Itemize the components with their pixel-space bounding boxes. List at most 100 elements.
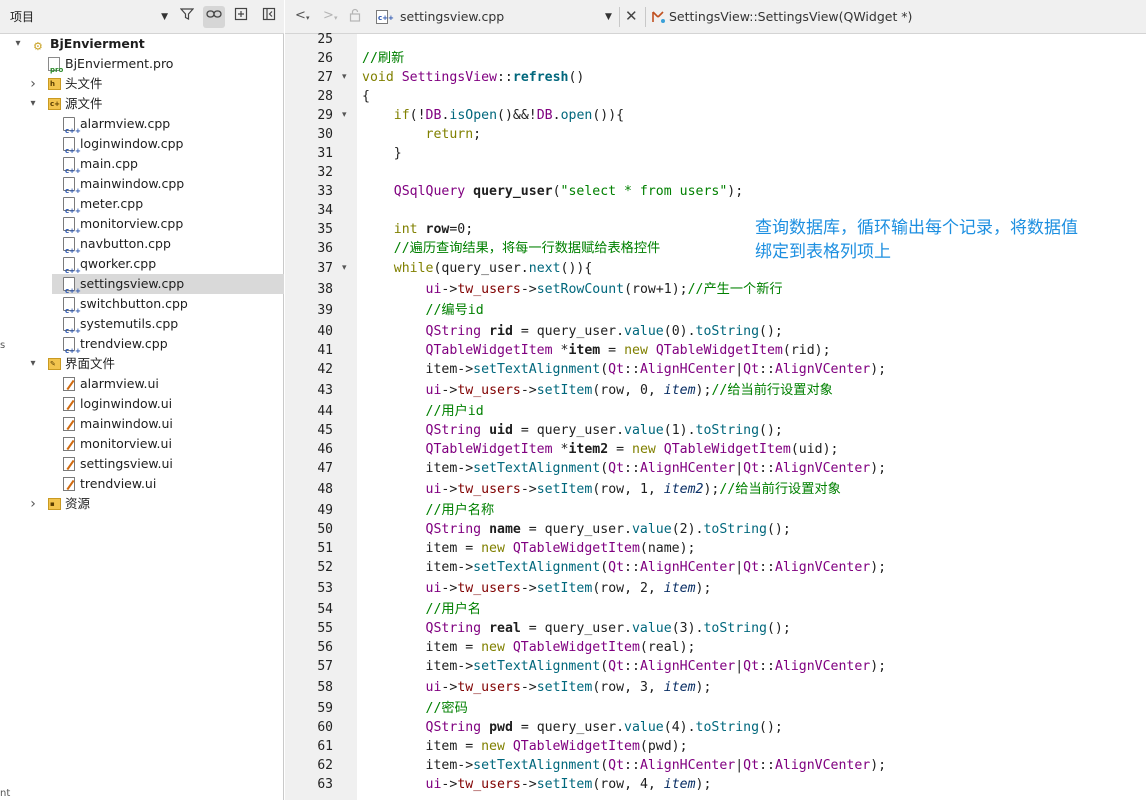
project-view-selector[interactable]: 项目 ▼ <box>6 5 170 29</box>
code-token: ); <box>695 383 712 398</box>
chevron-right-icon[interactable]: › <box>27 494 39 514</box>
ui-file-icon <box>63 397 75 411</box>
close-document-icon[interactable]: ✕ <box>625 7 638 25</box>
tree-item-label: alarmview.cpp <box>80 116 171 131</box>
tree-item[interactable]: c++ meter.cpp <box>0 194 284 215</box>
back-icon[interactable]: < <box>295 8 306 23</box>
tree-item[interactable]: ▾ c+ 源文件 <box>0 94 284 114</box>
code-token: setItem <box>536 383 593 398</box>
code-token: new <box>481 739 513 754</box>
code-line: ui->tw_users->setItem(row, 1, item2);//给… <box>362 480 841 499</box>
cpp-file-icon: c++ <box>63 317 81 335</box>
line-number: 29 <box>317 108 333 123</box>
close-sidebar-icon[interactable] <box>258 6 280 28</box>
tree-item[interactable]: c++ mainwindow.cpp <box>0 174 284 195</box>
code-token: return <box>425 127 474 142</box>
fold-marker-icon[interactable]: ▾ <box>342 259 352 278</box>
fold-marker-icon[interactable]: ▾ <box>342 106 352 125</box>
tree-item[interactable]: › ▪ 资源 <box>0 494 284 514</box>
tree-item[interactable]: pro BjEnvierment.pro <box>0 54 284 74</box>
tree-item[interactable]: mainwindow.ui <box>0 414 284 434</box>
fold-marker-icon[interactable]: ▾ <box>342 68 352 87</box>
filter-icon[interactable] <box>176 6 198 28</box>
code-token: //产生一个新行 <box>687 282 783 297</box>
code-token: DB <box>425 108 442 123</box>
tree-item[interactable]: monitorview.ui <box>0 434 284 454</box>
code-token: setTextAlignment <box>473 461 601 476</box>
line-number: 46 <box>317 442 333 457</box>
tree-item-label: 头文件 <box>65 76 103 91</box>
chevron-down-icon[interactable]: ▼ <box>605 12 612 22</box>
code-token: Qt <box>743 560 760 575</box>
tree-item-label: main.cpp <box>80 156 138 171</box>
tree-item[interactable]: c++ systemutils.cpp <box>0 314 284 335</box>
code-token: ; <box>473 127 482 142</box>
tree-item[interactable]: alarmview.ui <box>0 374 284 394</box>
forward-icon[interactable]: > <box>323 8 334 23</box>
chevron-down-icon[interactable]: ▾ <box>27 354 39 374</box>
code-editor[interactable]: //刷新 void SettingsView::refresh(){ if(!DB… <box>362 34 1146 800</box>
code-token: (row, 2, <box>592 581 664 596</box>
code-token: toString <box>695 423 760 438</box>
code-token: () <box>568 70 585 85</box>
code-line: item->setTextAlignment(Qt::AlignHCenter|… <box>362 459 887 478</box>
code-token: //用户名 <box>425 602 481 617</box>
code-token: (real); <box>639 640 696 655</box>
code-token: toString <box>703 522 767 537</box>
code-token: AlignVCenter <box>774 362 871 377</box>
code-token: void <box>362 70 402 85</box>
tree-item[interactable]: c++ trendview.cpp <box>0 334 284 355</box>
open-file-selector[interactable]: settingsview.cpp <box>400 0 504 34</box>
symbol-selector[interactable]: SettingsView::SettingsView(QWidget *) <box>669 0 912 34</box>
tree-item[interactable]: c++ main.cpp <box>0 154 284 175</box>
code-token: | <box>735 560 744 575</box>
chevron-down-icon[interactable]: ▾ <box>27 94 39 114</box>
tree-item[interactable]: c++ switchbutton.cpp <box>0 294 284 315</box>
line-number: 41 <box>317 343 333 358</box>
tree-item[interactable]: c++ monitorview.cpp <box>0 214 284 235</box>
code-token: QSqlQuery <box>393 184 474 199</box>
toolbar-separator <box>645 7 646 27</box>
tree-item[interactable]: loginwindow.ui <box>0 394 284 414</box>
chevron-down-icon[interactable]: ▾ <box>12 34 24 54</box>
tree-item[interactable]: c++ qworker.cpp <box>0 254 284 275</box>
code-line: //刷新 <box>362 49 404 68</box>
tree-item[interactable]: ▾ ✎ 界面文件 <box>0 354 284 374</box>
tree-item[interactable]: c++ settingsview.cpp <box>0 274 284 295</box>
line-number: 51 <box>317 541 333 556</box>
split-icon[interactable] <box>230 6 252 28</box>
code-line: } <box>362 144 402 163</box>
tree-item[interactable]: › h 头文件 <box>0 74 284 94</box>
tree-item[interactable]: ▾ ⚙ BjEnvierment <box>0 34 284 54</box>
code-token: next <box>528 261 561 276</box>
annotation-line: 查询数据库，循环输出每个记录，将数据值 <box>755 218 1078 238</box>
code-line: //密码 <box>362 699 468 718</box>
code-line: ui->tw_users->setItem(row, 3, item); <box>362 678 712 697</box>
code-token: =0; <box>449 222 474 237</box>
chevron-right-icon[interactable]: › <box>27 74 39 94</box>
tree-item[interactable]: trendview.ui <box>0 474 284 494</box>
code-token: | <box>735 659 744 674</box>
code-token: item = <box>362 640 482 655</box>
tree-item[interactable]: c++ alarmview.cpp <box>0 114 284 135</box>
code-token: toString <box>695 720 760 735</box>
code-token: :: <box>624 461 640 476</box>
code-token: ); <box>695 777 712 792</box>
back-menu-icon[interactable]: ▾ <box>306 14 310 22</box>
code-token: AlignHCenter <box>639 362 736 377</box>
forward-menu-icon[interactable]: ▾ <box>334 14 338 22</box>
link-with-editor-icon[interactable] <box>203 6 225 28</box>
code-token: setItem <box>536 777 593 792</box>
tree-item[interactable]: settingsview.ui <box>0 454 284 474</box>
code-line: item = new QTableWidgetItem(name); <box>362 539 696 558</box>
cpp-file-icon: c++ <box>63 257 81 275</box>
code-token: AlignVCenter <box>774 461 871 476</box>
tree-item[interactable]: c++ loginwindow.cpp <box>0 134 284 155</box>
tree-item[interactable]: c++ navbutton.cpp <box>0 234 284 255</box>
code-token: QTableWidgetItem <box>512 739 640 754</box>
code-token: Qt <box>608 560 625 575</box>
